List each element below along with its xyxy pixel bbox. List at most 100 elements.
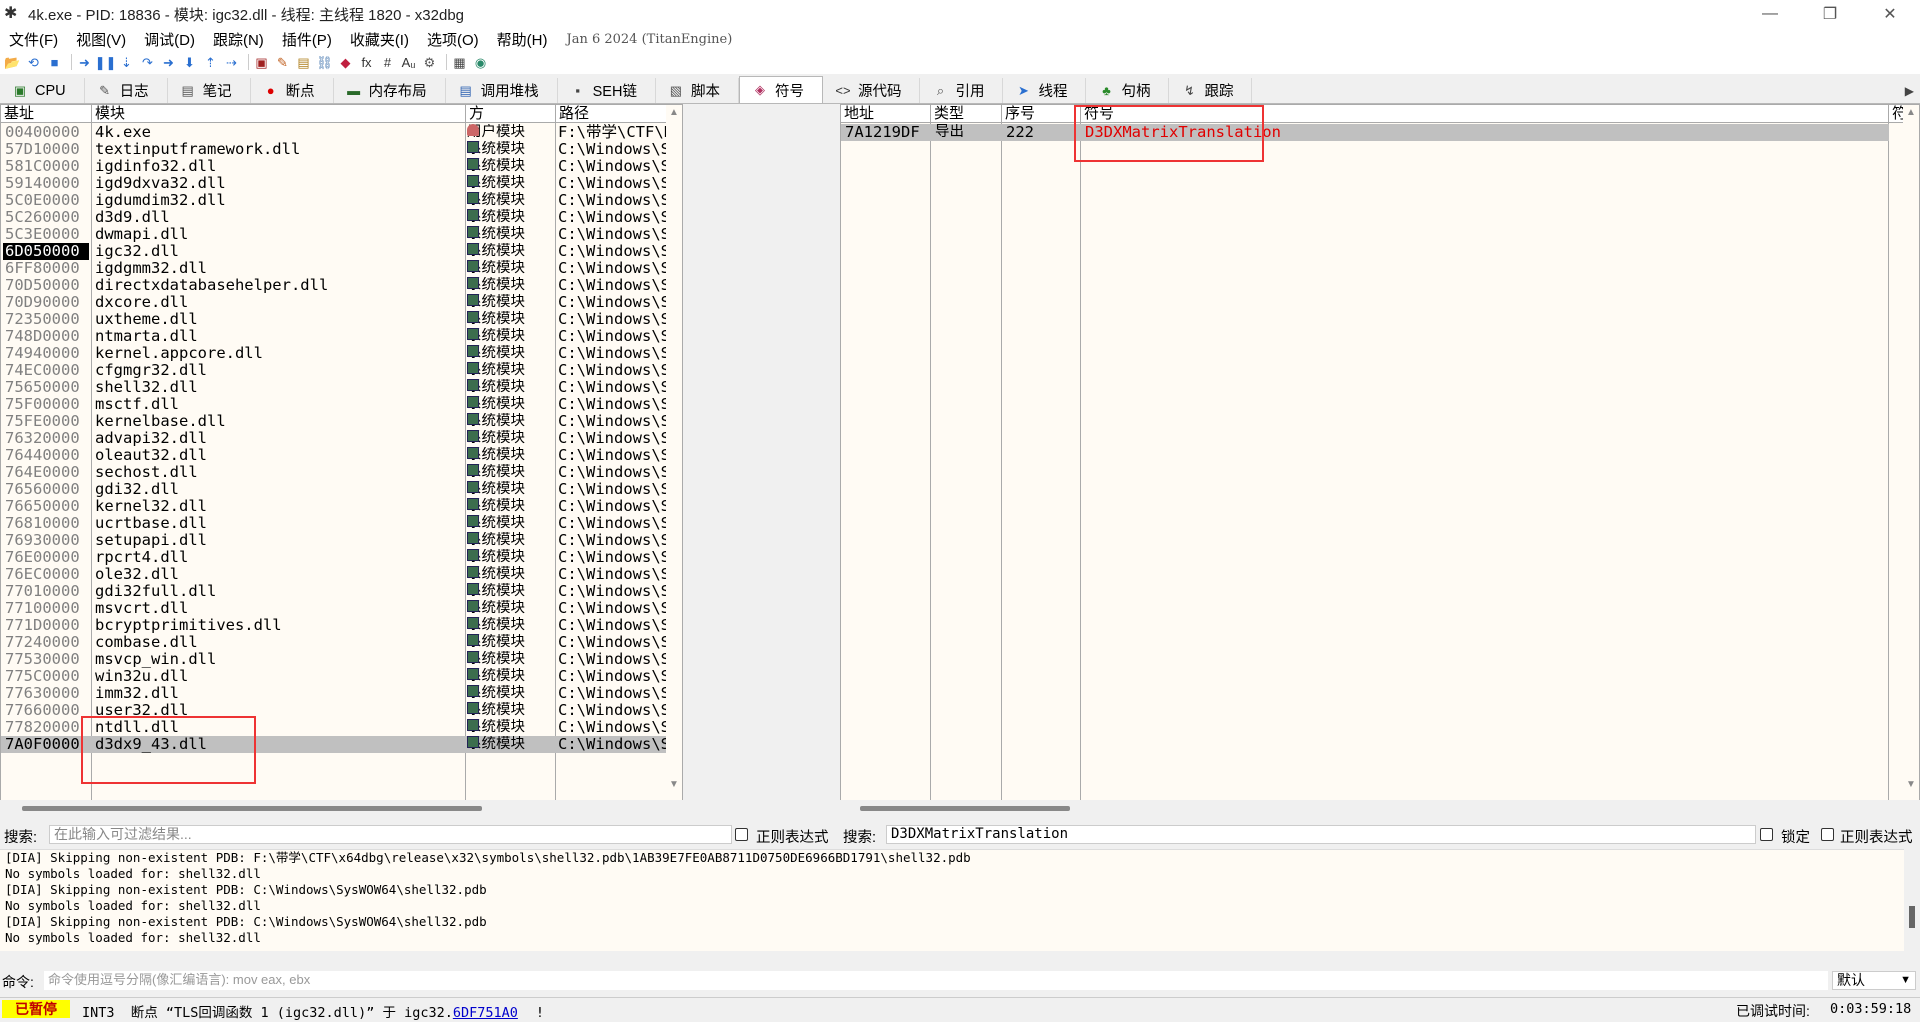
log-scroll-thumb[interactable] — [1909, 906, 1915, 928]
module-row[interactable]: 76650000 kernel32.dll 系统模块C:\Windows\SysWO… — [1, 498, 682, 515]
module-row[interactable]: 6D050000 igc32.dll 系统模块C:\Windows\System32… — [1, 243, 682, 260]
module-row[interactable]: 6FF80000 igdgmm32.dll 系统模块C:\Windows\Syste… — [1, 260, 682, 277]
run-icon[interactable]: ➜ — [76, 54, 93, 71]
module-row[interactable]: 77240000 combase.dll 系统模块C:\Windows\SysWOW… — [1, 634, 682, 651]
stop-icon[interactable]: ■ — [46, 54, 63, 71]
module-row[interactable]: 75F00000 msctf.dll 系统模块C:\Windows\SysWOW64… — [1, 396, 682, 413]
column-header-base[interactable]: 基址 — [1, 105, 92, 123]
minimize-button[interactable]: — — [1740, 0, 1800, 28]
module-row[interactable]: 76930000 setupapi.dll 系统模块C:\Windows\SysWO… — [1, 532, 682, 549]
module-row[interactable]: 748D0000 ntmarta.dll 系统模块C:\Windows\SysWOW… — [1, 328, 682, 345]
tab-trace[interactable]: ↯ 跟踪 — [1169, 78, 1253, 103]
maximize-button[interactable]: ❐ — [1800, 0, 1860, 28]
column-header-module[interactable]: 模块 — [92, 105, 466, 123]
menu-view[interactable]: 视图(V) — [67, 29, 135, 50]
module-row[interactable]: 75650000 shell32.dll 系统模块C:\Windows\SysWOW… — [1, 379, 682, 396]
label-icon[interactable]: ⛓ — [316, 54, 333, 71]
symbols-scroll-thumb[interactable] — [860, 806, 1070, 811]
modules-regex-checkbox[interactable] — [735, 828, 748, 841]
trace-into-icon[interactable]: ➜ — [160, 54, 177, 71]
menu-help[interactable]: 帮助(H) — [488, 29, 557, 50]
module-row[interactable]: 57D10000 textinputframework.dll 系统模块 C:\Win… — [1, 141, 682, 158]
tab-symbols[interactable]: ◈ 符号 — [738, 76, 823, 103]
command-input[interactable]: 命令使用逗号分隔(像汇编语言): mov eax, ebx — [44, 971, 1828, 990]
module-row[interactable]: 70D50000 directxdatabasehelper.dll 系统模块 C:\… — [1, 277, 682, 294]
module-row[interactable]: 76560000 gdi32.dll 系统模块C:\Windows\SysWOW64… — [1, 481, 682, 498]
log-horizontal-scrollbar[interactable] — [0, 951, 1920, 967]
scroll-up-icon[interactable]: ▲ — [669, 107, 679, 118]
function-icon[interactable]: fx — [358, 54, 375, 71]
trace-over-icon[interactable]: ⬇ — [181, 54, 198, 71]
symbol-row[interactable]: 7A1219DF 导出 222 D3DXMatrixTranslation — [841, 124, 1889, 141]
module-row[interactable]: 76E00000 rpcrt4.dll 系统模块C:\Windows\SysWOW6… — [1, 549, 682, 566]
menu-debug[interactable]: 调试(D) — [135, 29, 204, 50]
modules-search-input[interactable]: 在此输入可过滤结果... — [49, 825, 732, 844]
module-row[interactable]: 77530000 msvcp_win.dll 系统模块C:\Windows\SysW… — [1, 651, 682, 668]
tab-notes[interactable]: ▤ 笔记 — [167, 78, 251, 103]
tab-threads[interactable]: ➤ 线程 — [1003, 78, 1087, 103]
tab-seh[interactable]: ▪ SEH链 — [557, 78, 656, 103]
tab-breakpoint[interactable]: ● 断点 — [250, 78, 334, 103]
font-icon[interactable]: Aᵤ — [400, 54, 417, 71]
module-row[interactable]: 77630000 imm32.dll 系统模块C:\Windows\SysWOW64… — [1, 685, 682, 702]
tab-memory-map[interactable]: ▬ 内存布局 — [333, 78, 446, 103]
execute-till-return-icon[interactable]: ⇡ — [202, 54, 219, 71]
module-row[interactable]: 76EC0000 ole32.dll 系统模块C:\Windows\SysWOW64… — [1, 566, 682, 583]
pause-icon[interactable]: ❚❚ — [95, 54, 117, 71]
symbols-vertical-scrollbar[interactable]: ▲ ▼ — [1903, 105, 1919, 815]
symbols-search-input[interactable]: D3DXMatrixTranslation — [886, 825, 1756, 844]
tab-log[interactable]: ✎ 日志 — [84, 78, 168, 103]
open-icon[interactable]: 📂 — [4, 54, 21, 71]
module-row[interactable]: 76810000 ucrtbase.dll 系统模块C:\Windows\SysWO… — [1, 515, 682, 532]
module-row[interactable]: 5C3E0000 dwmapi.dll 系统模块C:\Windows\SysWOW6… — [1, 226, 682, 243]
tab-cpu[interactable]: ▣ CPU — [0, 78, 85, 103]
menu-favourites[interactable]: 收藏夹(I) — [341, 29, 418, 50]
column-header-ordinal[interactable]: 序号 — [1002, 105, 1081, 123]
module-row[interactable]: 775C0000 win32u.dll 系统模块C:\Windows\SysWOW6… — [1, 668, 682, 685]
module-row[interactable]: 581C0000 igdinfo32.dll 系统模块C:\Windows\Syst… — [1, 158, 682, 175]
module-row[interactable]: 74EC0000 cfgmgr32.dll 系统模块C:\Windows\SysWO… — [1, 362, 682, 379]
symbols-regex-checkbox[interactable] — [1821, 828, 1834, 841]
plugin-icon[interactable]: ⚙ — [421, 54, 438, 71]
log-vertical-scrollbar[interactable] — [1904, 849, 1920, 951]
scroll-down-icon[interactable]: ▼ — [1906, 779, 1916, 790]
module-row[interactable]: 70D90000 dxcore.dll 系统模块C:\Windows\SysWOW6… — [1, 294, 682, 311]
command-mode-select[interactable]: 默认 ▼ — [1832, 971, 1916, 990]
restart-icon[interactable]: ⟲ — [25, 54, 42, 71]
run-to-user-code-icon[interactable]: ⇢ — [223, 54, 240, 71]
close-button[interactable]: ✕ — [1860, 0, 1920, 28]
modules-horizontal-scrollbar[interactable] — [0, 800, 683, 816]
calculator-icon[interactable]: ▦ — [451, 54, 468, 71]
menu-file[interactable]: 文件(F) — [0, 29, 67, 50]
status-address-link[interactable]: 6DF751A0 — [453, 1005, 518, 1021]
menu-trace[interactable]: 跟踪(N) — [204, 29, 273, 50]
column-header-address[interactable]: 地址 — [841, 105, 931, 123]
module-row[interactable]: 77100000 msvcrt.dll 系统模块C:\Windows\SysWOW6… — [1, 600, 682, 617]
bookmark-icon[interactable]: ◆ — [337, 54, 354, 71]
column-header-path[interactable]: 路径 — [556, 105, 668, 123]
modules-scroll-thumb[interactable] — [22, 806, 482, 811]
module-row[interactable]: 72350000 uxtheme.dll 系统模块C:\Windows\SysWOW… — [1, 311, 682, 328]
modules-vertical-scrollbar[interactable]: ▲ ▼ — [666, 105, 682, 815]
module-row[interactable]: 75FE0000 kernelbase.dll 系统模块C:\Windows\Sys… — [1, 413, 682, 430]
module-row[interactable]: 77010000 gdi32full.dll 系统模块C:\Windows\SysW… — [1, 583, 682, 600]
lock-checkbox[interactable] — [1760, 828, 1773, 841]
help-icon[interactable]: ◉ — [472, 54, 489, 71]
hash-icon[interactable]: # — [379, 54, 396, 71]
module-row[interactable]: 76320000 advapi32.dll 系统模块C:\Windows\SysWO… — [1, 430, 682, 447]
scroll-down-icon[interactable]: ▼ — [669, 779, 679, 790]
tab-script[interactable]: ▧ 脚本 — [655, 78, 739, 103]
menu-plugins[interactable]: 插件(P) — [273, 29, 341, 50]
patch-icon[interactable]: ✎ — [274, 54, 291, 71]
tab-references[interactable]: ⌕ 引用 — [920, 78, 1004, 103]
panel-splitter[interactable] — [683, 104, 840, 816]
module-row[interactable]: 76440000 oleaut32.dll 系统模块C:\Windows\SysWO… — [1, 447, 682, 464]
module-row[interactable]: 5C260000 d3d9.dll 系统模块C:\Windows\SysWOW64\… — [1, 209, 682, 226]
module-row[interactable]: 59140000 igd9dxva32.dll 系统模块C:\Windows\Sys… — [1, 175, 682, 192]
tab-source-code[interactable]: <> 源代码 — [822, 78, 921, 103]
column-header-type[interactable]: 类型 — [931, 105, 1002, 123]
module-row[interactable]: 00400000 4k.exe 用户模块F:\带学\CTF\BUUCTF题库\re\… — [1, 124, 682, 141]
column-header-party[interactable]: 方 — [466, 105, 556, 123]
comment-icon[interactable]: ▤ — [295, 54, 312, 71]
step-into-icon[interactable]: ⇣ — [118, 54, 135, 71]
